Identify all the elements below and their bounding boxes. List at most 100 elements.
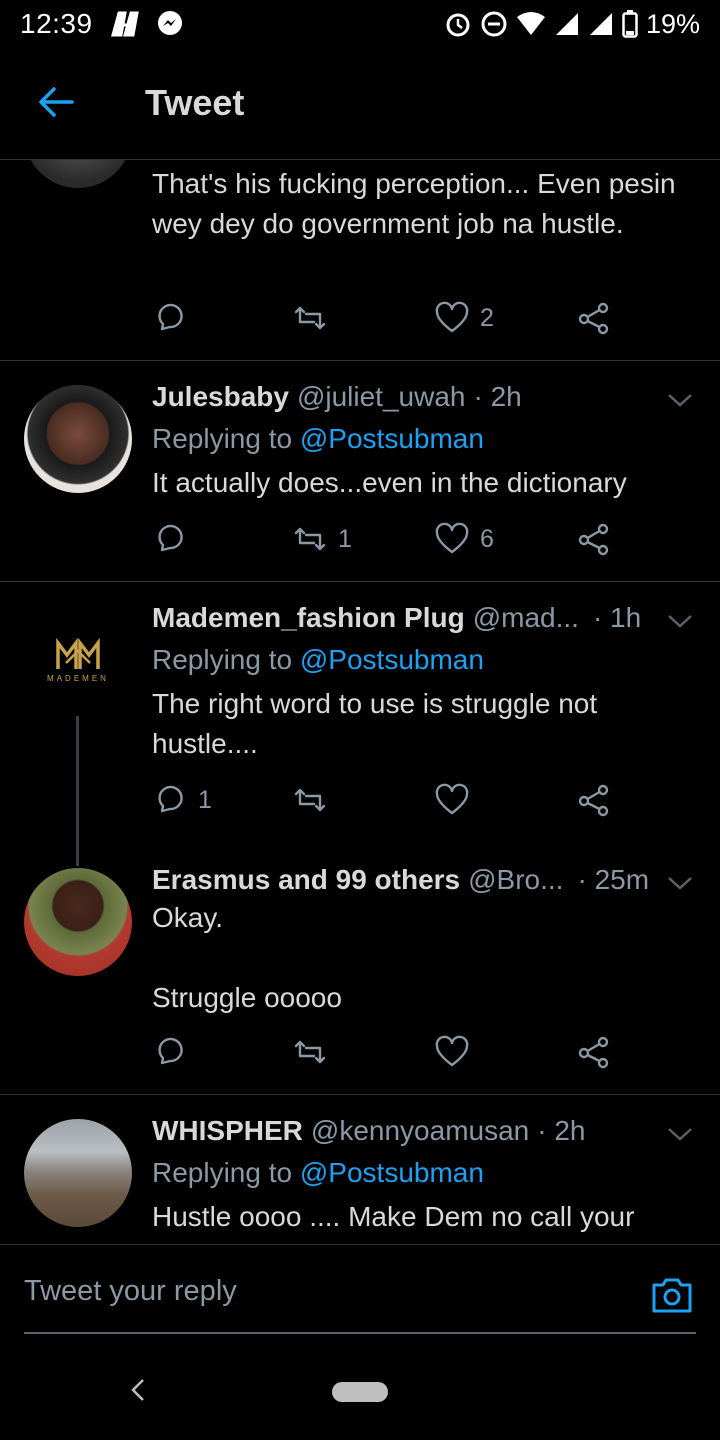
retweet-button[interactable]: [292, 782, 338, 818]
heart-icon: [435, 301, 469, 333]
display-name[interactable]: Mademen_fashion Plug: [152, 602, 465, 634]
reply-icon: [158, 303, 183, 331]
share-icon: [578, 1036, 609, 1069]
reply-count: 1: [198, 785, 212, 814]
retweet-button[interactable]: [292, 1034, 338, 1070]
tweet-header: WHISPHER @kennyoamusan · 2h: [152, 1115, 650, 1147]
tweet[interactable]: MADEMEN Mademen_fashion Plug @mad... · 1…: [0, 582, 720, 844]
top-bar: Tweet: [0, 48, 720, 160]
tweet-time: · 2h: [537, 1115, 586, 1146]
signal-icon: [589, 13, 612, 35]
heart-icon: [435, 783, 469, 815]
wifi-icon: [516, 12, 545, 35]
replying-to-link[interactable]: @Postsubman: [300, 423, 484, 454]
retweet-count: 1: [338, 524, 352, 553]
reply-bar: Tweet your reply: [0, 1244, 720, 1344]
share-icon: [578, 302, 609, 335]
tweet-header: Julesbaby @juliet_uwah · 2h: [152, 381, 650, 413]
like-count: 6: [480, 524, 494, 553]
replying-to: Replying to @Postsubman: [152, 423, 484, 455]
tweet-time: · 1h: [592, 602, 642, 633]
share-button[interactable]: [576, 1034, 612, 1070]
replying-to-link[interactable]: @Postsubman: [300, 1157, 484, 1188]
tweet[interactable]: Julesbaby @juliet_uwah · 2h Replying to …: [0, 361, 720, 581]
nav-back-icon[interactable]: [128, 1377, 148, 1403]
chevron-down-icon[interactable]: [666, 612, 694, 630]
chevron-down-icon[interactable]: [666, 1125, 694, 1143]
status-bar: 12:39 19%: [0, 0, 720, 48]
netflix-icon: [110, 11, 139, 37]
like-button[interactable]: 6: [434, 521, 494, 557]
replying-to: Replying to @Postsubman: [152, 644, 484, 676]
chevron-down-icon[interactable]: [666, 874, 694, 892]
battery-percentage: 19%: [645, 8, 700, 39]
like-count: 2: [480, 303, 494, 332]
logo-text: MADEMEN: [47, 674, 109, 683]
dnd-icon: [481, 11, 507, 37]
retweet-icon: [294, 527, 326, 551]
tweet-text: The right word to use is struggle not hu…: [152, 688, 605, 759]
avatar[interactable]: [24, 385, 132, 493]
share-button[interactable]: [576, 782, 612, 818]
tweet-actions: 2: [152, 300, 632, 340]
display-name[interactable]: Julesbaby: [152, 381, 289, 413]
reply-button[interactable]: 1: [152, 782, 212, 818]
share-button[interactable]: [576, 521, 612, 557]
retweet-icon: [294, 788, 326, 812]
heart-icon: [435, 522, 469, 554]
system-nav-bar: [0, 1344, 720, 1440]
chevron-down-icon[interactable]: [666, 391, 694, 409]
tweet-time: · 25m: [577, 864, 650, 895]
share-icon: [578, 523, 609, 556]
tweet[interactable]: WHISPHER @kennyoamusan · 2h Replying to …: [0, 1095, 720, 1244]
reply-icon: [158, 1037, 183, 1065]
tweet-header: Erasmus and 99 others @Bro... · 25m: [152, 864, 650, 896]
signal-icon: [555, 13, 578, 35]
avatar[interactable]: [24, 1119, 132, 1227]
tweet-header: Mademen_fashion Plug @mad... · 1h: [152, 602, 650, 634]
display-name[interactable]: WHISPHER: [152, 1115, 303, 1147]
share-icon: [578, 784, 609, 817]
tweet-text: Okay. Struggle ooooo: [152, 902, 342, 1013]
tweet[interactable]: That's his fucking perception... Even pe…: [0, 160, 720, 360]
reply-input-underline: [24, 1332, 696, 1334]
avatar[interactable]: [24, 160, 132, 188]
replying-to-prefix: Replying to: [152, 423, 300, 454]
reply-button[interactable]: [152, 521, 198, 557]
display-name[interactable]: Erasmus and 99 others: [152, 864, 460, 896]
tweet-time: · 2h: [473, 381, 522, 412]
reply-icon: [158, 524, 183, 552]
back-arrow-icon[interactable]: [38, 84, 74, 120]
user-handle[interactable]: @mad...: [473, 602, 579, 634]
retweet-button[interactable]: 1: [292, 521, 352, 557]
like-button[interactable]: [434, 1034, 480, 1070]
tweet-text: That's his fucking perception... Even pe…: [152, 168, 684, 239]
like-button[interactable]: 2: [434, 300, 494, 336]
mademen-logo: [56, 637, 100, 669]
retweet-icon: [294, 1040, 326, 1064]
user-handle[interactable]: @kennyoamusan: [311, 1115, 529, 1147]
camera-icon[interactable]: [650, 1275, 694, 1315]
replying-to-prefix: Replying to: [152, 1157, 300, 1188]
tweet[interactable]: Erasmus and 99 others @Bro... · 25m Okay…: [0, 844, 720, 1094]
reply-button[interactable]: [152, 300, 198, 336]
user-handle[interactable]: @juliet_uwah: [297, 381, 466, 413]
replying-to-link[interactable]: @Postsubman: [300, 644, 484, 675]
avatar[interactable]: [24, 868, 132, 976]
replying-to: Replying to @Postsubman: [152, 1157, 484, 1189]
reply-button[interactable]: [152, 1034, 198, 1070]
tweet-text: Hustle oooo .... Make Dem no call your: [152, 1201, 635, 1232]
avatar[interactable]: MADEMEN: [24, 606, 132, 714]
battery-icon: [622, 10, 638, 38]
messenger-icon: [157, 11, 182, 35]
reply-input[interactable]: Tweet your reply: [24, 1275, 237, 1308]
tweet-actions: 1 6: [152, 521, 632, 561]
home-pill[interactable]: [332, 1382, 388, 1402]
retweet-icon: [294, 306, 326, 330]
user-handle[interactable]: @Bro...: [468, 864, 563, 896]
like-button[interactable]: [434, 782, 480, 818]
retweet-button[interactable]: [292, 300, 338, 336]
reply-icon: [158, 785, 183, 813]
reply-feed[interactable]: That's his fucking perception... Even pe…: [0, 160, 720, 1244]
share-button[interactable]: [576, 300, 612, 336]
